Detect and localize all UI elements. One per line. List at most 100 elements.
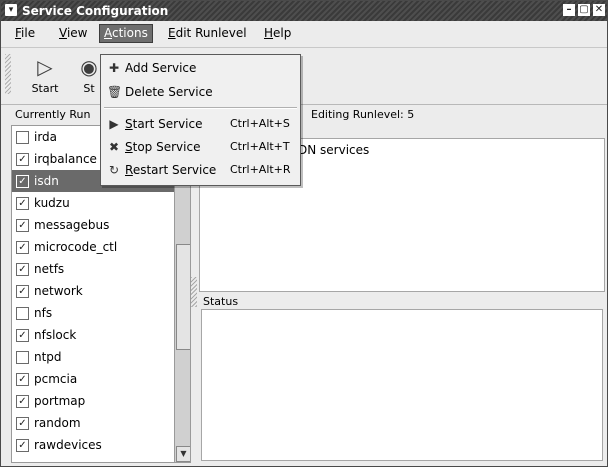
- list-item[interactable]: ✓ messagebus: [12, 214, 174, 236]
- add-icon: ✚: [108, 61, 120, 75]
- delete-service-label: Delete Service: [125, 85, 213, 99]
- trash-icon: 🗑: [107, 85, 123, 99]
- menu-item-stop-service[interactable]: ✖ Stop Service Ctrl+Alt+T: [101, 136, 300, 158]
- list-item[interactable]: ✓ netfs: [12, 258, 174, 280]
- list-item[interactable]: ✓ rawdevices: [12, 434, 174, 456]
- window-title: Service Configuration: [22, 4, 169, 18]
- list-item[interactable]: ✓ microcode_ctl: [12, 236, 174, 258]
- menu-separator: [104, 107, 297, 109]
- service-name: rawdevices: [34, 438, 102, 452]
- editing-runlevel-label: Editing Runlevel: 5: [311, 108, 415, 121]
- window-menu-icon[interactable]: ▾: [5, 4, 17, 16]
- service-name: isdn: [34, 174, 59, 188]
- menu-item-start-service[interactable]: ▶ Start Service Ctrl+Alt+S: [101, 113, 300, 135]
- menu-actions[interactable]: Actions: [99, 24, 153, 43]
- service-checkbox[interactable]: [16, 131, 29, 144]
- status-pane: [201, 309, 603, 461]
- service-checkbox[interactable]: ✓: [16, 219, 29, 232]
- play-icon: ▶: [109, 117, 119, 131]
- restart-service-label: Restart Service: [125, 159, 216, 181]
- service-checkbox[interactable]: ✓: [16, 395, 29, 408]
- status-label: Status: [203, 295, 239, 308]
- service-name: pcmcia: [34, 372, 78, 386]
- minimize-icon[interactable]: –: [563, 4, 575, 16]
- service-name: network: [34, 284, 83, 298]
- toolbar: ▷ Start ◉ St: [1, 47, 607, 105]
- currently-running-label: Currently Run: [15, 108, 91, 121]
- service-name: microcode_ctl: [34, 240, 118, 254]
- menu-help-mnemonic: H: [264, 26, 274, 40]
- service-name: irda: [34, 130, 58, 144]
- service-checkbox[interactable]: ✓: [16, 263, 29, 276]
- menu-help-label: elp: [273, 26, 292, 40]
- service-name: portmap: [34, 394, 86, 408]
- list-item[interactable]: ✓ portmap: [12, 390, 174, 412]
- service-checkbox[interactable]: ✓: [16, 439, 29, 452]
- stop-service-accelerator: Ctrl+Alt+T: [230, 140, 290, 153]
- list-item[interactable]: nfs: [12, 302, 174, 324]
- list-item[interactable]: ✓ pcmcia: [12, 368, 174, 390]
- status-section: Status: [199, 293, 603, 461]
- restart-service-accelerator: Ctrl+Alt+R: [230, 163, 291, 176]
- actions-dropdown-menu: ✚ Add Service 🗑 Delete Service ▶ Start S…: [100, 54, 301, 186]
- start-service-label: Start Service: [125, 113, 203, 135]
- service-checkbox[interactable]: ✓: [16, 197, 29, 210]
- toolbar-grip[interactable]: [5, 54, 11, 94]
- stop-service-label: Stop Service: [125, 136, 200, 158]
- restart-service-mnemonic: R: [125, 163, 133, 177]
- close-icon[interactable]: ✕: [593, 4, 605, 16]
- start-service-text: tart Service: [132, 117, 203, 131]
- menu-help[interactable]: Help: [260, 25, 295, 42]
- menu-view-mnemonic: V: [59, 26, 67, 40]
- stop-service-text: top Service: [132, 140, 201, 154]
- service-name: nfs: [34, 306, 53, 320]
- menu-actions-label: ctions: [112, 26, 148, 40]
- service-name: kudzu: [34, 196, 70, 210]
- list-item[interactable]: ntpd: [12, 346, 174, 368]
- service-checkbox[interactable]: ✓: [16, 175, 29, 188]
- splitter-grip[interactable]: [191, 277, 197, 307]
- service-checkbox[interactable]: [16, 307, 29, 320]
- stop-icon: ✖: [108, 140, 120, 154]
- service-name: ntpd: [34, 350, 62, 364]
- start-button[interactable]: ▷ Start: [23, 50, 67, 100]
- list-item[interactable]: ✓ network: [12, 280, 174, 302]
- menu-item-restart-service[interactable]: ↻ Restart Service Ctrl+Alt+R: [101, 159, 300, 181]
- service-name: random: [34, 416, 81, 430]
- service-name: messagebus: [34, 218, 110, 232]
- list-item[interactable]: ✓ random: [12, 412, 174, 434]
- list-item[interactable]: ✓ kudzu: [12, 192, 174, 214]
- restart-service-text: estart Service: [132, 163, 217, 177]
- menu-item-add-service[interactable]: ✚ Add Service: [101, 57, 300, 79]
- menu-item-delete-service[interactable]: 🗑 Delete Service: [101, 81, 300, 103]
- stop-icon: ◉: [80, 55, 98, 79]
- menu-file-label: ile: [21, 26, 36, 40]
- start-service-accelerator: Ctrl+Alt+S: [230, 117, 290, 130]
- list-item[interactable]: ✓ nfslock: [12, 324, 174, 346]
- menu-actions-mnemonic: A: [104, 26, 112, 40]
- menu-bar: File View Actions Edit Runlevel Help: [1, 21, 607, 46]
- title-bar[interactable]: ▾ Service Configuration – ▢ ✕: [1, 1, 607, 21]
- menu-edit-runlevel[interactable]: Edit Runlevel: [164, 25, 251, 42]
- menu-edit-runlevel-label: dit Runlevel: [175, 26, 247, 40]
- menu-edit-runlevel-mnemonic: E: [168, 26, 176, 40]
- add-service-label: Add Service: [125, 61, 197, 75]
- play-icon: ▷: [37, 55, 53, 79]
- service-checkbox[interactable]: ✓: [16, 329, 29, 342]
- service-checkbox[interactable]: ✓: [16, 153, 29, 166]
- service-checkbox[interactable]: [16, 351, 29, 364]
- service-checkbox[interactable]: ✓: [16, 417, 29, 430]
- menu-view[interactable]: View: [55, 25, 91, 42]
- service-name: nfslock: [34, 328, 77, 342]
- menu-view-label: iew: [66, 26, 88, 40]
- start-button-label: Start: [31, 82, 59, 95]
- service-checkbox[interactable]: ✓: [16, 373, 29, 386]
- service-name: netfs: [34, 262, 65, 276]
- maximize-icon[interactable]: ▢: [578, 4, 590, 16]
- description-text: DN services: [298, 143, 370, 157]
- start-service-mnemonic: S: [125, 117, 133, 131]
- restart-icon: ↻: [108, 163, 120, 177]
- menu-file[interactable]: File: [11, 25, 39, 42]
- service-checkbox[interactable]: ✓: [16, 241, 29, 254]
- service-checkbox[interactable]: ✓: [16, 285, 29, 298]
